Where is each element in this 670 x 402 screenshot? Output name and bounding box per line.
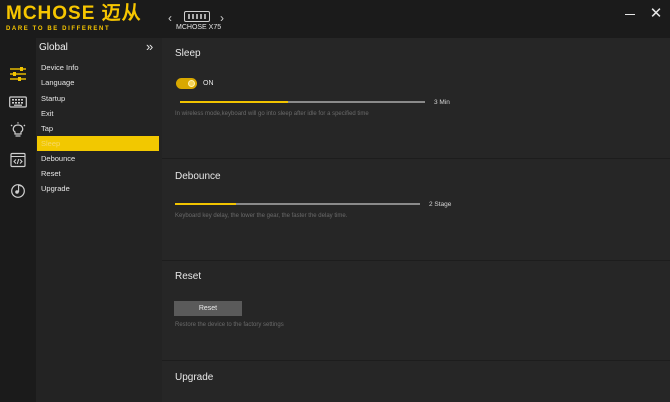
collapse-menu-icon[interactable]: » bbox=[146, 39, 153, 54]
menu-title: Global bbox=[39, 42, 68, 53]
keyboard-device-icon bbox=[184, 11, 210, 22]
menu-item-exit[interactable]: Exit bbox=[37, 106, 159, 121]
sleep-time-slider[interactable] bbox=[180, 101, 425, 103]
minimize-button[interactable] bbox=[622, 6, 638, 22]
sleep-toggle[interactable] bbox=[176, 78, 197, 89]
reset-section-title: Reset bbox=[175, 271, 202, 282]
brand-name: MCHOSE 迈从 bbox=[6, 3, 142, 24]
settings-panel: Sleep ON 3 Min In wireless mode,keyboard… bbox=[162, 38, 670, 402]
menu-item-label: Tap bbox=[41, 124, 54, 133]
menu-item-label: Exit bbox=[41, 109, 54, 118]
icon-rail bbox=[0, 38, 36, 402]
menu-item-label: Reset bbox=[41, 169, 61, 178]
device-name: MCHOSE X75 bbox=[176, 24, 222, 31]
close-button[interactable]: ✕ bbox=[648, 6, 664, 22]
menu-item-sleep[interactable]: Sleep bbox=[37, 136, 159, 151]
menu-item-label: Sleep bbox=[41, 139, 61, 148]
device-switcher: ‹ › MCHOSE X75 bbox=[166, 8, 230, 32]
music-disc-icon[interactable] bbox=[9, 182, 27, 198]
menu-item-startup[interactable]: Startup bbox=[37, 91, 159, 106]
debounce-description: Keyboard key delay, the lower the gear, … bbox=[175, 213, 348, 219]
menu-item-device-info[interactable]: Device Info bbox=[37, 60, 159, 75]
menu-item-label: Startup bbox=[41, 94, 66, 103]
section-divider bbox=[162, 260, 670, 261]
reset-button[interactable]: Reset bbox=[174, 301, 242, 316]
reset-description: Restore the device to the factory settin… bbox=[175, 322, 284, 328]
next-device-button[interactable]: › bbox=[220, 12, 224, 24]
section-divider bbox=[162, 360, 670, 361]
macro-code-icon[interactable] bbox=[9, 152, 27, 168]
sleep-slider-fill bbox=[180, 101, 288, 103]
lightbulb-icon[interactable] bbox=[9, 122, 27, 138]
toggle-knob bbox=[188, 80, 195, 87]
keyboard-icon[interactable] bbox=[9, 94, 27, 110]
menu-item-label: Debounce bbox=[41, 154, 76, 163]
menu-item-reset[interactable]: Reset bbox=[37, 166, 159, 181]
sliders-icon[interactable] bbox=[9, 66, 27, 82]
prev-device-button[interactable]: ‹ bbox=[168, 12, 172, 24]
menu-item-upgrade[interactable]: Upgrade bbox=[37, 181, 159, 196]
debounce-section-title: Debounce bbox=[175, 171, 221, 182]
menu-item-label: Upgrade bbox=[41, 184, 70, 193]
menu-item-label: Device Info bbox=[41, 63, 79, 72]
sleep-toggle-label: ON bbox=[203, 80, 214, 87]
menu-item-tap[interactable]: Tap bbox=[37, 121, 159, 136]
debounce-value: 2 Stage bbox=[429, 201, 452, 208]
global-menu: Global » Device Info Language Startup Ex… bbox=[36, 38, 162, 402]
brand-logo: MCHOSE 迈从 DARE TO BE DIFFERENT bbox=[6, 3, 142, 33]
menu-item-debounce[interactable]: Debounce bbox=[37, 151, 159, 166]
debounce-slider[interactable] bbox=[175, 203, 420, 205]
app-header: MCHOSE 迈从 DARE TO BE DIFFERENT ‹ › MCHOS… bbox=[0, 0, 670, 38]
menu-item-label: Language bbox=[41, 78, 75, 87]
sleep-value: 3 Min bbox=[434, 99, 450, 106]
brand-tagline: DARE TO BE DIFFERENT bbox=[6, 26, 111, 32]
menu-item-language[interactable]: Language bbox=[37, 75, 159, 90]
sleep-description: In wireless mode,keyboard will go into s… bbox=[175, 111, 369, 117]
upgrade-section-title: Upgrade bbox=[175, 372, 214, 383]
sleep-section-title: Sleep bbox=[175, 48, 201, 59]
section-divider bbox=[162, 158, 670, 159]
debounce-slider-fill bbox=[175, 203, 237, 205]
